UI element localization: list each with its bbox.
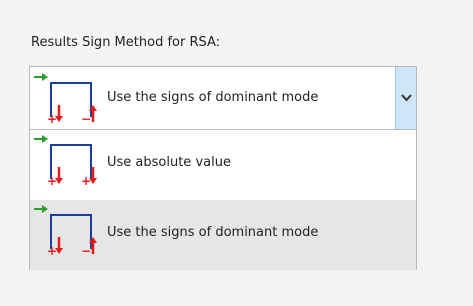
results-sign-method-combobox[interactable]: + − Use the signs of dominant mode (29, 66, 417, 130)
dominant-mode-sign-icon: + − (33, 203, 103, 263)
svg-text:+: + (47, 244, 57, 258)
dropdown-button[interactable] (395, 67, 416, 129)
dropdown-list: + + Use absolute value + − Use the signs… (29, 130, 417, 270)
dominant-mode-sign-icon: + − (33, 71, 103, 131)
svg-text:+: + (81, 174, 91, 188)
settings-panel: Results Sign Method for RSA: + − Use the… (0, 0, 473, 306)
svg-text:−: − (81, 244, 91, 258)
svg-text:+: + (47, 174, 57, 188)
option-label: Use the signs of dominant mode (107, 225, 319, 240)
field-label: Results Sign Method for RSA: (31, 35, 221, 50)
option-label: Use absolute value (107, 155, 231, 170)
option-absolute-value[interactable]: + + Use absolute value (30, 130, 416, 200)
svg-text:−: − (81, 112, 91, 126)
combobox-selected-label: Use the signs of dominant mode (107, 90, 319, 105)
svg-text:+: + (47, 112, 57, 126)
absolute-value-sign-icon: + + (33, 133, 103, 193)
chevron-down-icon (400, 94, 412, 102)
option-dominant-mode[interactable]: + − Use the signs of dominant mode (30, 200, 416, 270)
